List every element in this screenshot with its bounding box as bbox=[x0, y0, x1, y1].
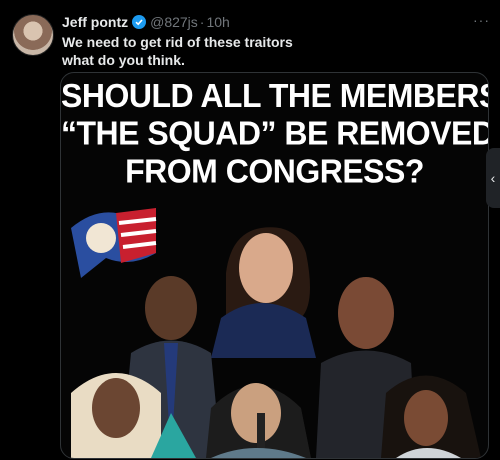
headline-line: FROM CONGRESS? bbox=[125, 151, 424, 190]
image-headline: SHOULD ALL THE MEMBERS OF “THE SQUAD” BE… bbox=[61, 76, 488, 189]
headline-line: SHOULD ALL THE MEMBERS OF bbox=[61, 76, 489, 115]
author-handle[interactable]: @827js bbox=[150, 14, 198, 30]
post-text: We need to get rid of these traitors wha… bbox=[62, 33, 362, 69]
separator-dot: · bbox=[199, 14, 205, 30]
person-bottom-right bbox=[381, 375, 481, 458]
person-center-top bbox=[211, 227, 316, 358]
post-media-image[interactable]: SHOULD ALL THE MEMBERS OF “THE SQUAD” BE… bbox=[60, 72, 489, 459]
headline-line: “THE SQUAD” BE REMOVED bbox=[61, 114, 489, 152]
post-timestamp[interactable]: 10h bbox=[206, 14, 229, 30]
post-text-line: what do you think. bbox=[62, 52, 185, 68]
group-photo bbox=[71, 208, 481, 458]
post-header: Jeff pontz @827js · 10h ··· bbox=[62, 12, 490, 32]
author-avatar[interactable] bbox=[12, 14, 54, 56]
verified-badge-icon bbox=[132, 15, 147, 29]
person-bottom-center bbox=[206, 383, 311, 458]
patriot-flag-logo bbox=[71, 208, 157, 278]
author-name[interactable]: Jeff pontz bbox=[62, 14, 128, 30]
more-options-icon[interactable]: ··· bbox=[473, 12, 490, 28]
post-text-line: We need to get rid of these traitors bbox=[62, 34, 293, 50]
expand-side-panel-icon[interactable]: ‹ bbox=[486, 148, 500, 208]
